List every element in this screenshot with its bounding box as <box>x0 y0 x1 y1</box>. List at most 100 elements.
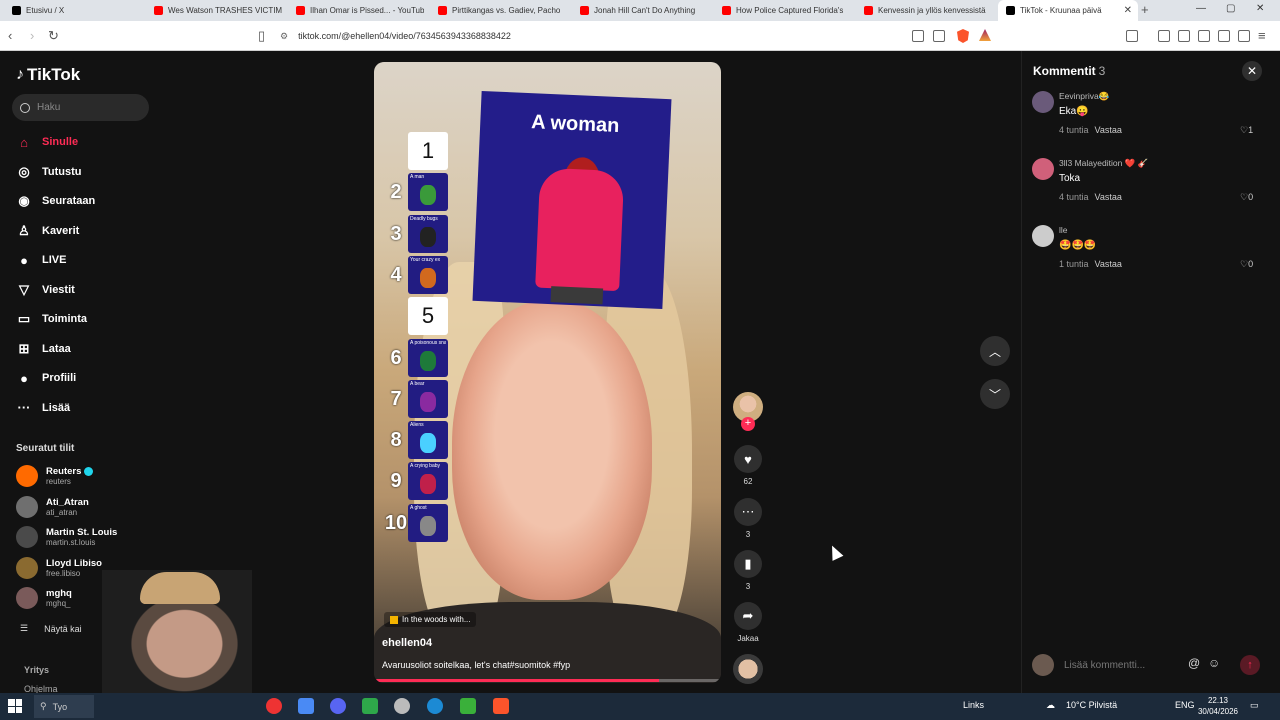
notifications-icon[interactable]: ▭ <box>1250 700 1259 711</box>
see-all-link[interactable]: ☰ Näytä kai <box>20 623 82 634</box>
media-icon[interactable] <box>1158 30 1170 42</box>
new-tab-button[interactable]: + <box>1141 2 1149 17</box>
sidebar-toggle-icon[interactable] <box>1178 30 1190 42</box>
extensions-icon[interactable] <box>1218 30 1230 42</box>
wallet-icon[interactable] <box>1198 30 1210 42</box>
rank-tile-label: A bear <box>410 380 425 387</box>
browser-tab[interactable]: Wes Watson TRASHES VICTIM <box>146 0 286 21</box>
opera-app-icon[interactable] <box>266 698 282 714</box>
video-player[interactable]: A woman 112A man3Deadly bugs4Your crazy … <box>374 62 721 683</box>
music-tag[interactable]: In the woods with... <box>384 612 477 627</box>
nav-item-toiminta[interactable]: ▭ Toiminta <box>16 309 146 329</box>
tiktok-logo[interactable]: ♪ TikTok <box>16 65 80 85</box>
brave-app-icon[interactable] <box>493 698 509 714</box>
back-icon[interactable]: ‹ <box>8 28 12 43</box>
commenter-avatar[interactable] <box>1032 225 1054 247</box>
nav-item-tutustu[interactable]: ◎ Tutustu <box>16 162 146 182</box>
reply-button[interactable]: Vastaa <box>1095 192 1122 202</box>
commenter-name[interactable]: Eevinpriva😂 <box>1059 91 1109 102</box>
previous-video-button[interactable]: ︿ <box>980 336 1010 366</box>
browser-tab[interactable]: Pirttikangas vs. Gadiev, Pacho <box>430 0 570 21</box>
followed-account[interactable]: mghq mghq_ <box>16 587 72 609</box>
browser-tab[interactable]: TikTok - Kruunaa päivä ✕ <box>998 0 1138 21</box>
rank-tile-label: A crying baby <box>410 463 441 470</box>
video-progress-bar[interactable] <box>374 679 721 682</box>
comment-like-button[interactable]: ♡0 <box>1240 259 1253 270</box>
minimize-icon[interactable]: — <box>1196 3 1206 14</box>
follow-plus-icon[interactable]: + <box>741 417 755 431</box>
discord-app-icon[interactable] <box>330 698 346 714</box>
nav-item-viestit[interactable]: ▽ Viestit <box>16 280 146 300</box>
commenter-avatar[interactable] <box>1032 91 1054 113</box>
close-comments-icon[interactable]: ✕ <box>1242 61 1262 81</box>
forward-icon[interactable]: › <box>30 28 34 43</box>
reload-icon[interactable]: ↻ <box>48 28 59 44</box>
vpn-icon[interactable] <box>1238 30 1250 42</box>
browser-tab[interactable]: How Police Captured Florida's <box>714 0 854 21</box>
edge-app-icon[interactable] <box>427 698 443 714</box>
site-info-icon[interactable]: ⚙ <box>280 31 288 42</box>
commenter-avatar[interactable] <box>1032 158 1054 180</box>
browser-tab[interactable]: Jonah Hill Can't Do Anything <box>572 0 712 21</box>
language-indicator[interactable]: ENG <box>1175 700 1195 710</box>
taskbar-search[interactable]: ⚲ Tyo <box>34 695 94 718</box>
close-tab-icon[interactable]: ✕ <box>1124 5 1132 16</box>
like-button[interactable]: ♥ 62 <box>731 445 765 486</box>
mention-icon[interactable]: @ <box>1188 656 1200 670</box>
menu-icon[interactable]: ≡ <box>1258 28 1266 43</box>
followed-account[interactable]: Reuters reuters <box>16 465 94 487</box>
links-toolbar[interactable]: Links <box>963 700 984 710</box>
followed-account[interactable]: Ati_Atran ati_atran <box>16 495 89 518</box>
nav-item-live[interactable]: ● LIVE <box>16 250 146 270</box>
settings-app-icon[interactable] <box>394 698 410 714</box>
commenter-name[interactable]: 3ll3 Malayedition ❤️ 🎸 <box>1059 158 1148 169</box>
search-input[interactable]: Haku <box>12 94 149 121</box>
nav-item-label: Lataa <box>42 342 71 355</box>
translate-icon[interactable] <box>912 30 924 42</box>
followed-account[interactable]: Lloyd Libiso free.libiso <box>16 556 102 579</box>
comment-button[interactable]: ⋯ 3 <box>731 498 765 539</box>
my-avatar <box>1032 654 1054 676</box>
comments-title: Kommentit 3 <box>1033 64 1106 78</box>
nav-item-lisää[interactable]: ··· Lisää <box>16 398 146 418</box>
commenter-name[interactable]: lle <box>1059 225 1068 235</box>
next-video-button[interactable]: ﹀ <box>980 379 1010 409</box>
browser-tab[interactable]: Ilhan Omar is Pissed... - YouTub <box>288 0 428 21</box>
save-button[interactable]: ▮ 3 <box>731 550 765 591</box>
share-page-icon[interactable] <box>933 30 945 42</box>
send-comment-icon[interactable]: ↑ <box>1240 655 1260 675</box>
reply-button[interactable]: Vastaa <box>1095 259 1122 269</box>
bookmark-icon[interactable]: ▯ <box>258 28 265 44</box>
emoji-icon[interactable]: ☺ <box>1208 656 1220 670</box>
nav-item-seurataan[interactable]: ◉ Seurataan <box>16 191 146 211</box>
music-disc-icon[interactable] <box>733 654 763 684</box>
reader-icon[interactable] <box>1126 30 1138 42</box>
files-app-icon[interactable] <box>298 698 314 714</box>
followed-account[interactable]: Martin St. Louis martin.st.louis <box>16 526 117 548</box>
company-link[interactable]: Yritys <box>24 665 49 675</box>
browser-tab[interactable]: Etusivu / X <box>4 0 144 21</box>
comment-like-button[interactable]: ♡0 <box>1240 192 1253 203</box>
url-field[interactable]: ⚙ tiktok.com/@ehellen04/video/7634563943… <box>280 27 1000 45</box>
play-app-icon[interactable] <box>460 698 476 714</box>
share-button[interactable]: ➦ Jakaa <box>731 602 765 643</box>
nav-item-profiili[interactable]: ● Profiili <box>16 368 146 388</box>
nav-item-kaverit[interactable]: ♙ Kaverit <box>16 221 146 241</box>
browser-tab[interactable]: Kenvessin ja yllös kenvessistä <box>856 0 996 21</box>
account-handle: free.libiso <box>46 568 81 578</box>
clock[interactable]: 22.13 30/04/2026 <box>1196 695 1240 717</box>
comment-like-button[interactable]: ♡1 <box>1240 125 1253 136</box>
nav-item-lataa[interactable]: ⊞ Lataa <box>16 339 146 359</box>
maximize-icon[interactable]: ▢ <box>1226 3 1235 14</box>
video-author[interactable]: ehellen04 <box>382 637 432 649</box>
tab-title: Ilhan Omar is Pissed... - YouTub <box>310 6 425 15</box>
nav-item-sinulle[interactable]: ⌂ Sinulle <box>16 132 146 152</box>
tab-title: TikTok - Kruunaa päivä <box>1020 6 1102 15</box>
close-window-icon[interactable]: ✕ <box>1256 3 1264 14</box>
reply-button[interactable]: Vastaa <box>1095 125 1122 135</box>
start-icon[interactable] <box>8 699 22 713</box>
weather-text[interactable]: 10°C Pilvistä <box>1066 700 1117 710</box>
compass-icon: ◎ <box>18 163 30 179</box>
rank-tile: A crying baby <box>408 462 448 501</box>
media-app-icon[interactable] <box>362 698 378 714</box>
